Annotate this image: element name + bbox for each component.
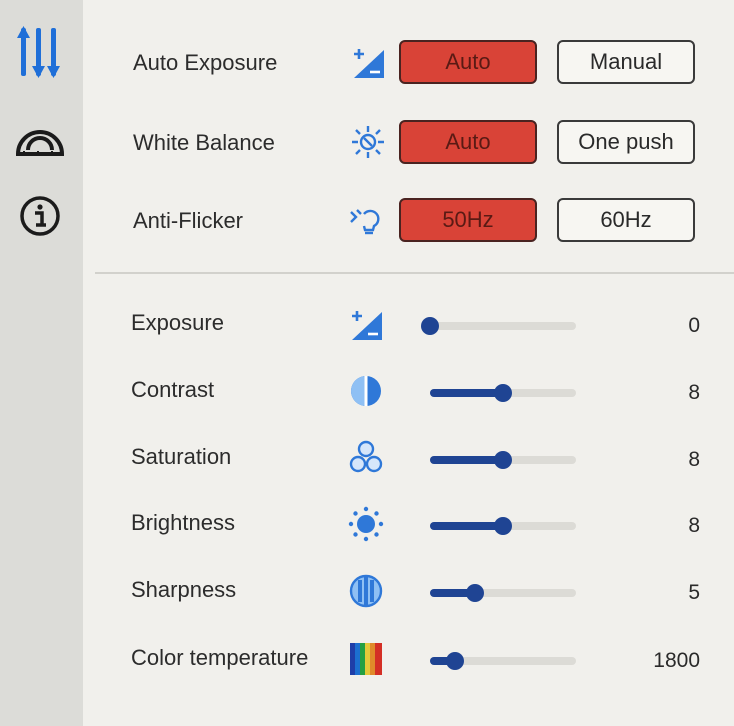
brightness-label: Brightness: [131, 510, 235, 535]
sharpness-icon: [346, 571, 386, 611]
contrast-label: Contrast: [131, 377, 215, 402]
info-icon[interactable]: [10, 188, 70, 244]
color-temperature-slider[interactable]: [430, 652, 576, 670]
color-temperature-label: Color temperature: [131, 645, 309, 670]
exposure-slider-handle[interactable]: [421, 317, 439, 335]
contrast-slider-handle[interactable]: [494, 384, 512, 402]
anti-flicker-50hz-button[interactable]: 50Hz: [399, 198, 537, 242]
sharpness-slider[interactable]: [430, 584, 576, 602]
anti-flicker-60hz-button[interactable]: 60Hz: [557, 198, 695, 242]
white-balance-auto-button[interactable]: Auto: [399, 120, 537, 164]
color-temperature-icon: [346, 639, 386, 679]
exposure-icon: [346, 304, 386, 344]
white-balance-label: White Balance: [133, 130, 275, 155]
saturation-value: 8: [688, 448, 700, 471]
brightness-slider-handle[interactable]: [494, 517, 512, 535]
saturation-slider[interactable]: [430, 451, 576, 469]
contrast-slider-fill: [430, 389, 503, 397]
section-divider: [95, 272, 734, 274]
saturation-slider-handle[interactable]: [494, 451, 512, 469]
saturation-label: Saturation: [131, 444, 232, 469]
auto-exposure-manual-button[interactable]: Manual: [557, 40, 695, 84]
brightness-slider-fill: [430, 522, 503, 530]
auto-exposure-auto-button[interactable]: Auto: [399, 40, 537, 84]
contrast-icon: [346, 371, 386, 411]
brightness-value: 8: [688, 514, 700, 537]
anti-flicker-label: Anti-Flicker: [133, 208, 244, 233]
exposure-slider[interactable]: [421, 317, 576, 335]
sidebar: [0, 0, 83, 726]
exposure-icon: [348, 42, 388, 82]
settings-panel: [83, 0, 734, 726]
anti-flicker-icon: [348, 200, 388, 240]
sliders-icon[interactable]: [10, 24, 70, 80]
sharpness-label: Sharpness: [131, 577, 237, 602]
sharpness-value: 5: [688, 581, 700, 604]
saturation-slider-fill: [430, 456, 503, 464]
white-balance-icon: [348, 122, 388, 162]
sharpness-slider-handle[interactable]: [466, 584, 484, 602]
exposure-value: 0: [688, 314, 700, 337]
gauge-icon[interactable]: [10, 110, 70, 166]
contrast-slider[interactable]: [430, 384, 576, 402]
brightness-icon: [346, 504, 386, 544]
auto-exposure-label: Auto Exposure: [133, 50, 278, 75]
saturation-icon: [346, 438, 386, 478]
brightness-slider[interactable]: [430, 517, 576, 535]
color-temperature-slider-handle[interactable]: [446, 652, 464, 670]
white-balance-one-push-button[interactable]: One push: [557, 120, 695, 164]
contrast-value: 8: [688, 381, 700, 404]
color-temperature-value: 1800: [653, 649, 700, 672]
exposure-label: Exposure: [131, 310, 224, 335]
